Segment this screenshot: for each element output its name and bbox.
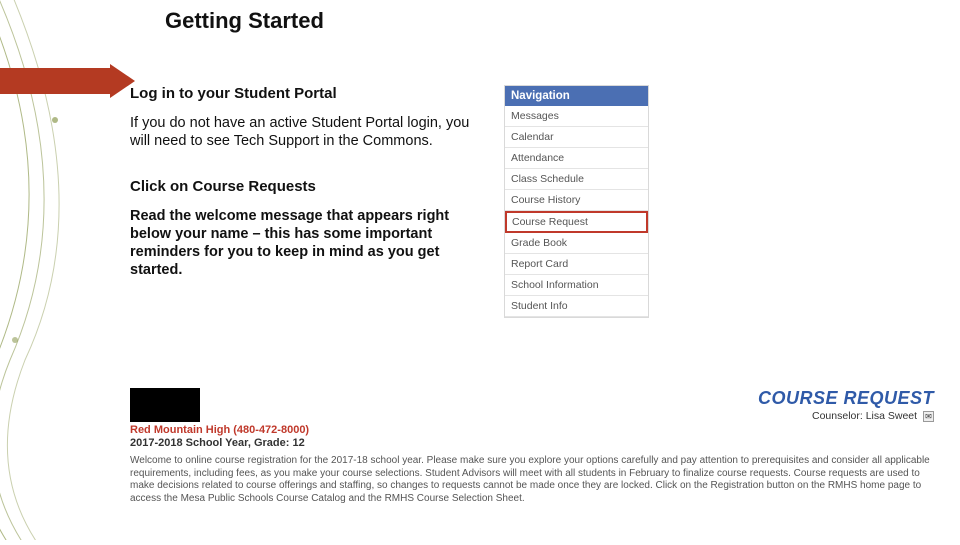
- section1-body: If you do not have an active Student Por…: [130, 114, 480, 150]
- welcome-message: Welcome to online course registration fo…: [130, 455, 940, 505]
- nav-item-course-request[interactable]: Course Request: [505, 211, 648, 233]
- navigation-pane: Navigation Messages Calendar Attendance …: [504, 85, 649, 318]
- school-year: 2017-2018 School Year, Grade: 12: [130, 437, 940, 449]
- content-block: Log in to your Student Portal If you do …: [130, 85, 480, 307]
- nav-item-attendance[interactable]: Attendance: [505, 148, 648, 169]
- red-arrow-icon: [0, 64, 135, 98]
- school-name: Red Mountain High (480-472-8000): [130, 424, 940, 436]
- nav-item-school-information[interactable]: School Information: [505, 275, 648, 296]
- nav-item-report-card[interactable]: Report Card: [505, 254, 648, 275]
- counselor-label: Counselor:: [812, 410, 863, 422]
- navigation-header: Navigation: [505, 86, 648, 106]
- course-request-title: COURSE REQUEST: [758, 388, 934, 409]
- course-request-panel: COURSE REQUEST Counselor: Lisa Sweet ✉ R…: [130, 388, 940, 505]
- counselor-line: Counselor: Lisa Sweet ✉: [812, 410, 934, 422]
- section1-heading: Log in to your Student Portal: [130, 85, 480, 104]
- counselor-name: Lisa Sweet: [866, 410, 917, 422]
- section2-body: Read the welcome message that appears ri…: [130, 207, 480, 280]
- nav-item-student-info[interactable]: Student Info: [505, 296, 648, 317]
- nav-item-class-schedule[interactable]: Class Schedule: [505, 169, 648, 190]
- redacted-box: [130, 388, 200, 422]
- section2-heading: Click on Course Requests: [130, 178, 480, 197]
- nav-item-course-history[interactable]: Course History: [505, 190, 648, 211]
- nav-item-calendar[interactable]: Calendar: [505, 127, 648, 148]
- page-title: Getting Started: [165, 8, 324, 34]
- envelope-icon[interactable]: ✉: [923, 411, 934, 422]
- nav-item-grade-book[interactable]: Grade Book: [505, 233, 648, 254]
- nav-item-messages[interactable]: Messages: [505, 106, 648, 127]
